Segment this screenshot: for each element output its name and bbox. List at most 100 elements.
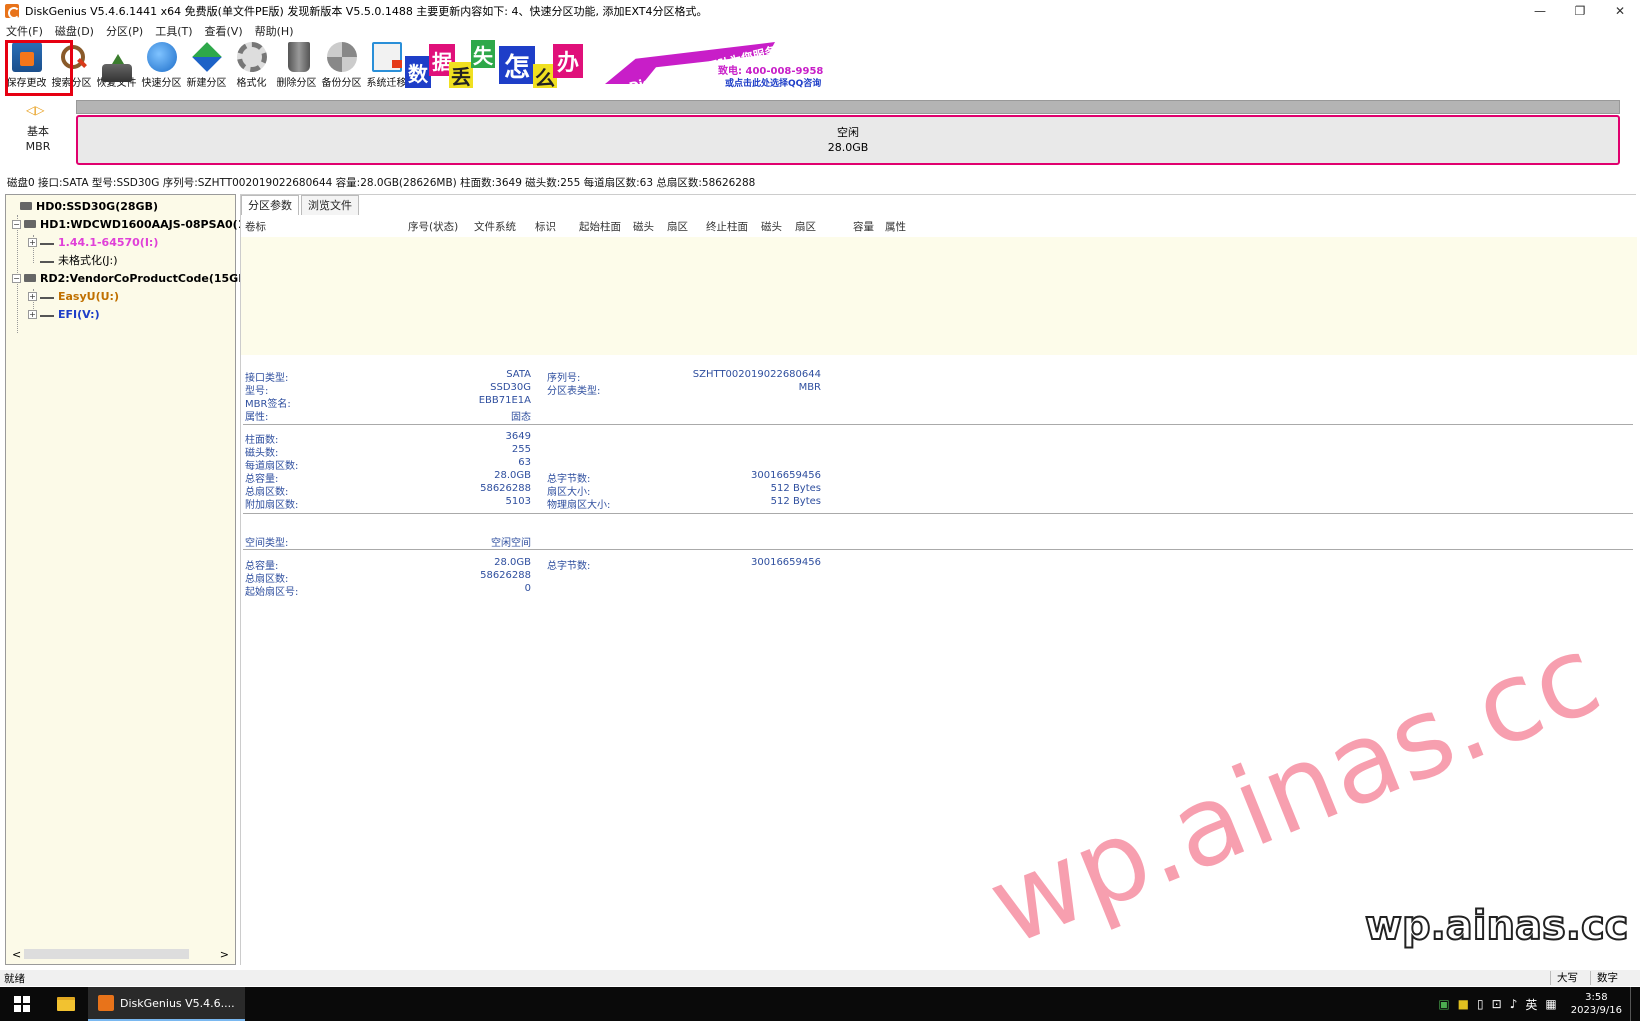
value-interface-type: SATA xyxy=(506,369,531,380)
col-start-cylinder[interactable]: 起始柱面 xyxy=(579,219,621,234)
menu-disk[interactable]: 磁盘(D) xyxy=(55,23,94,39)
collapse-icon[interactable]: − xyxy=(12,273,21,283)
restore-button[interactable]: ❐ xyxy=(1560,0,1600,22)
quick-partition-button[interactable]: 快速分区 xyxy=(139,40,184,92)
restore-file-button[interactable]: 恢复文件 xyxy=(94,40,139,92)
col-attribute[interactable]: 属性 xyxy=(885,219,906,234)
disk-partition-block-free[interactable]: 空闲 28.0GB xyxy=(76,115,1620,165)
expand-icon[interactable]: + xyxy=(28,309,37,319)
value-total-capacity: 28.0GB xyxy=(494,470,531,481)
menu-tools[interactable]: 工具(T) xyxy=(155,23,192,39)
tree-item-hd0[interactable]: HD0:SSD30G(28GB) xyxy=(20,197,158,215)
menu-file[interactable]: 文件(F) xyxy=(6,23,43,39)
close-button[interactable]: ✕ xyxy=(1600,0,1640,22)
col-start-sector[interactable]: 扇区 xyxy=(667,219,688,234)
divider xyxy=(243,549,1633,550)
backup-partition-button[interactable]: 备份分区 xyxy=(319,40,364,92)
tree-item-rd2[interactable]: − RD2:VendorCoProductCode(15GB xyxy=(12,269,247,287)
disk-icon xyxy=(24,220,36,228)
tree-item-partition-u[interactable]: + EasyU(U:) xyxy=(28,287,119,305)
label-total-bytes: 总字节数: xyxy=(547,474,591,485)
divider xyxy=(243,513,1633,514)
save-changes-button[interactable]: 保存更改 xyxy=(4,40,49,92)
start-button[interactable] xyxy=(0,987,44,1021)
usb-icon[interactable]: ▯ xyxy=(1477,997,1484,1011)
col-filesystem[interactable]: 文件系统 xyxy=(474,219,516,234)
tree-item-partition-i[interactable]: + 1.44.1-64570(I:) xyxy=(28,233,158,251)
value-table-type: MBR xyxy=(798,382,821,393)
partition-list[interactable] xyxy=(241,237,1637,355)
restore-file-icon xyxy=(101,54,132,82)
tree-item-partition-j[interactable]: 未格式化(J:) xyxy=(40,251,118,269)
label-serial: 序列号: xyxy=(547,373,581,384)
value-total-sectors: 58626288 xyxy=(480,483,531,494)
col-volume-label[interactable]: 卷标 xyxy=(245,219,266,234)
delete-partition-button[interactable]: 删除分区 xyxy=(274,40,319,92)
menu-partition[interactable]: 分区(P) xyxy=(106,23,143,39)
expand-icon[interactable]: + xyxy=(28,291,37,301)
col-start-head[interactable]: 磁头 xyxy=(633,219,654,234)
label-sector-size: 扇区大小: xyxy=(547,487,591,498)
col-end-sector[interactable]: 扇区 xyxy=(795,219,816,234)
col-end-head[interactable]: 磁头 xyxy=(761,219,782,234)
label-table-type: 分区表类型: xyxy=(547,386,601,397)
banner-qq-link[interactable]: 或点击此处选择QQ咨询 xyxy=(725,76,821,89)
status-text: 就绪 xyxy=(4,972,25,985)
label-total-capacity: 总容量: xyxy=(245,474,279,485)
windows-icon xyxy=(14,996,30,1012)
label-attribute: 属性: xyxy=(245,412,269,423)
tab-partition-params[interactable]: 分区参数 xyxy=(241,195,299,215)
tree-label: HD0:SSD30G(28GB) xyxy=(36,199,158,213)
value-sectors-per-track: 63 xyxy=(518,457,531,468)
collapse-icon[interactable]: − xyxy=(12,219,21,229)
col-id[interactable]: 标识 xyxy=(535,219,556,234)
keyboard-icon[interactable]: ▦ xyxy=(1545,997,1556,1011)
ime-indicator[interactable]: 英 xyxy=(1525,996,1537,1013)
menu-bar: 文件(F) 磁盘(D) 分区(P) 工具(T) 查看(V) 帮助(H) xyxy=(0,22,305,40)
window-title: DiskGenius V5.4.6.1441 x64 免费版(单文件PE版) 发… xyxy=(25,5,708,18)
value-attribute: 固态 xyxy=(511,412,531,423)
menu-help[interactable]: 帮助(H) xyxy=(255,23,294,39)
file-explorer-button[interactable] xyxy=(44,987,88,1021)
tray-color-icon[interactable]: ■ xyxy=(1458,997,1469,1011)
tree-horizontal-scrollbar[interactable]: < > xyxy=(8,946,233,962)
tray-app-icon[interactable]: ▣ xyxy=(1438,997,1449,1011)
quick-partition-icon xyxy=(146,42,177,72)
partition-block-name: 空闲 xyxy=(837,126,859,139)
tab-browse-files[interactable]: 浏览文件 xyxy=(301,195,359,215)
search-partition-button[interactable]: 搜索分区 xyxy=(49,40,94,92)
clock[interactable]: 3:58 2023/9/16 xyxy=(1571,991,1622,1017)
value-extra-sectors: 5103 xyxy=(505,496,531,507)
migrate-icon xyxy=(371,42,402,72)
format-button[interactable]: 格式化 xyxy=(229,40,274,92)
disk-nav-arrows[interactable]: ◁▷ xyxy=(26,103,44,117)
system-migrate-button[interactable]: 系统迁移 xyxy=(364,40,409,92)
tree-item-hd1[interactable]: − HD1:WDCWD1600AAJS-08PSA0(14 xyxy=(12,215,253,233)
tree-item-partition-v[interactable]: + EFI(V:) xyxy=(28,305,100,323)
disk-type-basic: 基本 xyxy=(27,125,49,138)
search-partition-label: 搜索分区 xyxy=(51,78,92,89)
banner-phone: 致电: 400-008-9958 xyxy=(718,66,824,77)
ad-banner[interactable]: 数 据 丢 失 怎 么 办 DiskGenius 团队为您服务 致电: 400-… xyxy=(405,40,855,94)
show-desktop-button[interactable] xyxy=(1630,987,1640,1021)
app-icon xyxy=(5,4,20,19)
new-partition-label: 新建分区 xyxy=(186,78,227,89)
label-total-sectors: 总扇区数: xyxy=(245,487,289,498)
diskgenius-icon xyxy=(98,995,114,1011)
volume-icon[interactable]: ♪ xyxy=(1510,997,1518,1011)
new-partition-button[interactable]: 新建分区 xyxy=(184,40,229,92)
col-index[interactable]: 序号(状态) xyxy=(408,219,458,234)
partition-block-size: 28.0GB xyxy=(827,141,869,154)
scroll-left-icon[interactable]: < xyxy=(12,948,21,961)
scroll-thumb[interactable] xyxy=(24,949,189,959)
expand-icon[interactable]: + xyxy=(28,237,37,247)
banner-char-1: 数 xyxy=(405,56,431,88)
col-end-cylinder[interactable]: 终止柱面 xyxy=(706,219,748,234)
menu-view[interactable]: 查看(V) xyxy=(205,23,243,39)
taskbar-app-diskgenius[interactable]: DiskGenius V5.4.6.... xyxy=(88,987,245,1021)
network-icon[interactable]: ⊡ xyxy=(1492,997,1502,1011)
value-sector-size: 512 Bytes xyxy=(770,483,821,494)
col-capacity[interactable]: 容量 xyxy=(853,219,874,234)
scroll-right-icon[interactable]: > xyxy=(220,948,229,961)
minimize-button[interactable]: — xyxy=(1520,0,1560,22)
